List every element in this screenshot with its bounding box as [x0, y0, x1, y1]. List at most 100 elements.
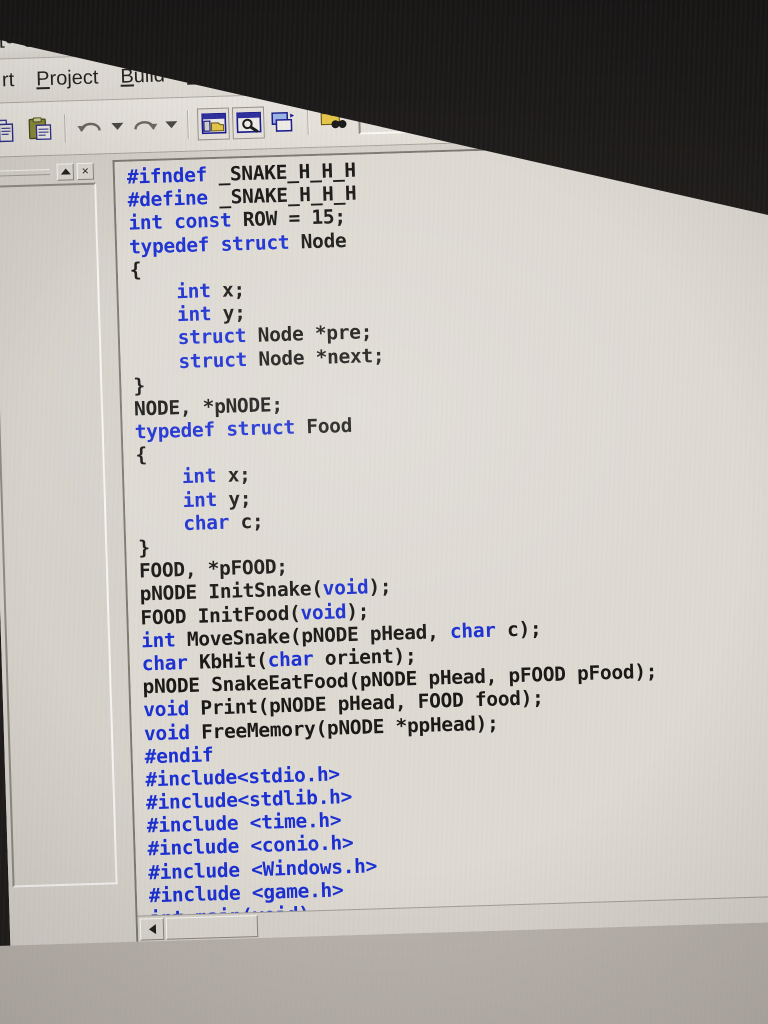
workspace-close-button[interactable]: × — [76, 162, 95, 180]
code-token: char — [183, 510, 230, 535]
find-combobox[interactable] — [357, 91, 742, 135]
code-token: typedef — [134, 418, 216, 444]
code-token: char — [449, 618, 496, 643]
code-token: void — [300, 599, 347, 625]
copy-icon — [0, 119, 14, 142]
code-token: int — [128, 210, 164, 235]
code-token: ); — [345, 599, 370, 623]
copy-button[interactable] — [0, 113, 22, 146]
menu-mnemonic-window: W — [255, 61, 275, 84]
redo-dropdown-button[interactable] — [163, 110, 180, 140]
scrollbar-thumb[interactable] — [165, 914, 259, 940]
menu-item-insert[interactable]: rt — [0, 65, 25, 97]
menu-item-project[interactable]: Project — [26, 62, 109, 95]
menu-label-insert: rt — [1, 69, 15, 92]
triangle-left-icon — [148, 923, 156, 934]
undo-icon — [77, 122, 101, 132]
code-token: struct — [220, 230, 290, 256]
code-token: c; — [228, 509, 264, 534]
code-token: KbHit( — [187, 648, 269, 674]
code-token: struct — [178, 347, 248, 373]
triangle-up-icon — [60, 168, 71, 175]
code-token: x; — [210, 278, 246, 303]
code-token: const — [173, 208, 232, 234]
code-token: Node *next; — [246, 343, 385, 371]
chevron-down-icon — [111, 122, 124, 131]
code-token: int — [182, 487, 218, 512]
menu-label-help: elp — [362, 57, 391, 81]
menu-label-project: roject — [49, 66, 99, 90]
code-token: } — [137, 536, 151, 560]
redo-button[interactable] — [128, 109, 161, 142]
find-button[interactable] — [759, 90, 768, 123]
window-title: [dfg.c] — [0, 23, 58, 48]
find-in-files-icon — [320, 112, 346, 128]
menu-label-window: indow — [274, 59, 327, 84]
chevron-down-icon — [720, 109, 733, 117]
code-token: #ifndef — [126, 163, 208, 189]
client-area: × #ifndef _SNAKE_H_H_H #define _SNAKE_H_H… — [0, 133, 768, 948]
code-token: struct — [177, 324, 247, 350]
menu-mnemonic-build: B — [120, 65, 135, 88]
menu-item-tools[interactable]: Tools — [176, 58, 244, 91]
toolbar-separator-4 — [748, 93, 752, 122]
undo-button[interactable] — [74, 111, 107, 144]
code-token: int — [175, 279, 211, 304]
workspace-pane-titlebar: × — [0, 161, 96, 184]
menu-mnemonic-tools: T — [186, 63, 198, 86]
menu-item-window[interactable]: Window — [245, 55, 337, 89]
code-token: void — [142, 697, 190, 722]
code-token: { — [129, 258, 142, 282]
workspace-minimize-button[interactable] — [56, 162, 75, 181]
output-window-button[interactable] — [231, 105, 265, 139]
code-token: char — [267, 647, 314, 672]
code-token: { — [135, 443, 148, 467]
chevron-down-icon — [165, 121, 178, 129]
application-window: [dfg.c] rt Project Build Tools Window He… — [0, 0, 768, 1024]
menu-mnemonic-help: H — [348, 58, 364, 81]
output-window-icon — [235, 111, 261, 133]
code-token: int — [181, 464, 217, 489]
code-token: struct — [225, 415, 296, 441]
code-token: orient); — [313, 643, 417, 671]
undo-dropdown-button[interactable] — [109, 111, 126, 141]
find-combobox-arrow[interactable] — [712, 93, 740, 122]
scroll-left-button[interactable] — [139, 917, 165, 941]
find-input[interactable] — [359, 94, 714, 133]
photo-of-screen: [dfg.c] rt Project Build Tools Window He… — [0, 0, 768, 1024]
binoculars-icon — [766, 101, 768, 118]
code-token: y; — [216, 486, 252, 511]
code-token: int — [176, 302, 212, 327]
code-editor[interactable]: #ifndef _SNAKE_H_H_H #define _SNAKE_H_H_H… — [114, 141, 768, 916]
scrollbar-track[interactable] — [258, 908, 768, 925]
watch-window-icon — [270, 111, 294, 132]
paste-button[interactable] — [24, 112, 57, 145]
workspace-window-button[interactable] — [196, 107, 230, 140]
code-token: ); — [368, 575, 392, 599]
code-token: typedef — [128, 232, 210, 259]
find-in-files-button[interactable] — [317, 103, 350, 136]
menu-item-help[interactable]: Help — [338, 53, 400, 86]
menu-label-tools: ools — [196, 62, 234, 86]
workspace-pane-body[interactable] — [0, 182, 118, 888]
toolbar-separator-1 — [64, 113, 67, 143]
menu-mnemonic-project: P — [35, 67, 50, 91]
menu-item-build[interactable]: Build — [110, 60, 175, 93]
redo-icon — [134, 120, 158, 130]
code-token: Food — [294, 413, 353, 439]
watch-window-button[interactable] — [267, 105, 300, 138]
pane-grip[interactable] — [0, 169, 50, 177]
editor-window: #ifndef _SNAKE_H_H_H #define _SNAKE_H_H_H… — [112, 139, 768, 944]
code-token: y; — [210, 301, 246, 326]
code-token: int — [140, 628, 176, 653]
code-token: ROW = 15; — [230, 205, 347, 232]
